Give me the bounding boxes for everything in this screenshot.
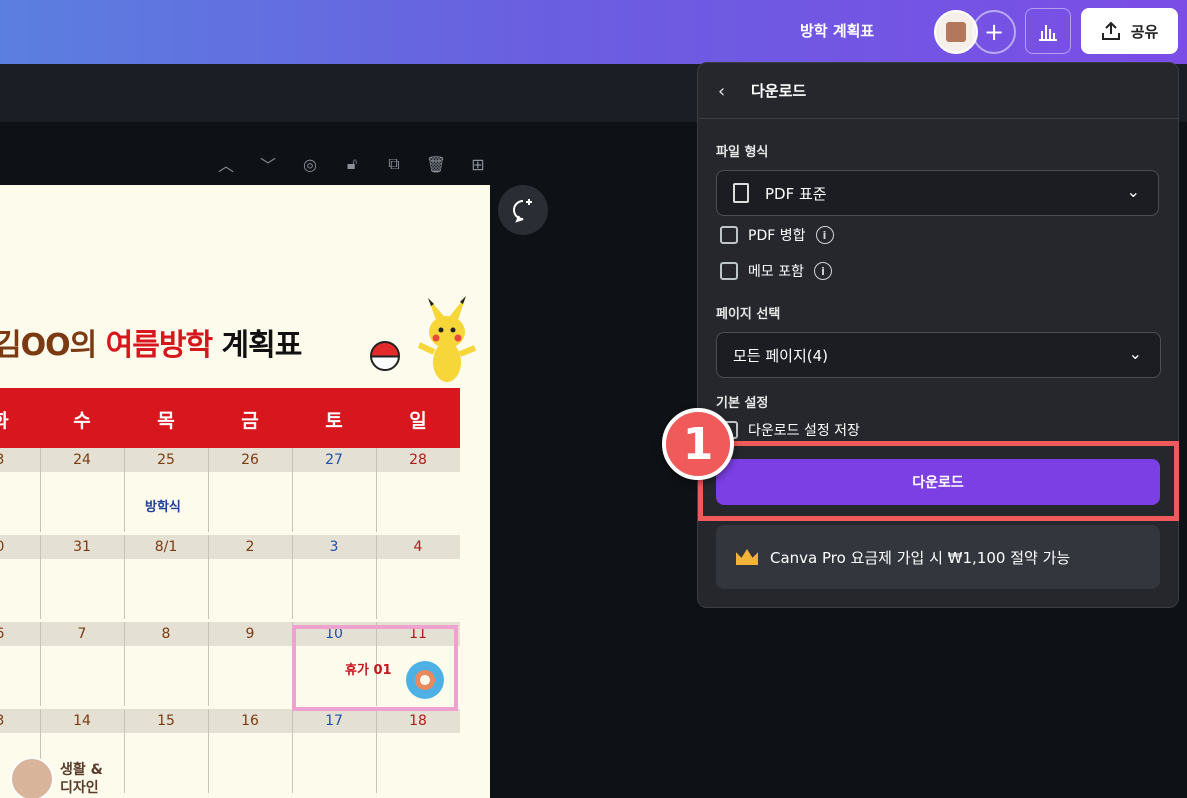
date-cell: 17	[325, 713, 343, 729]
date-cell: 2	[245, 539, 255, 555]
date-cell: 8	[161, 626, 171, 642]
date-cell: 3	[329, 539, 339, 555]
date-cell: 24	[73, 452, 91, 468]
top-bar: 방학 계획표 + 공유	[0, 0, 1187, 64]
document-icon	[733, 183, 749, 203]
basic-settings-label: 기본 설정	[716, 396, 769, 411]
upload-icon	[1101, 21, 1120, 40]
date-cell: 0	[0, 539, 4, 555]
date-cell: 31	[73, 539, 91, 555]
add-page-icon[interactable]: ⊞	[464, 150, 492, 178]
trash-icon[interactable]: 🗑︎	[422, 150, 450, 178]
weekday-header: 화 수 목 금 토 일	[0, 388, 460, 448]
page-select[interactable]: 모든 페이지(4) ⌄	[716, 332, 1161, 378]
date-cell: 25	[157, 452, 175, 468]
duplicate-icon[interactable]: ⧉	[380, 150, 408, 178]
date-cell: 8/1	[154, 539, 178, 555]
week-row: 3 24 25 26 27 28 방학식	[0, 448, 460, 532]
back-icon[interactable]: ‹	[718, 81, 725, 102]
file-type-label: 파일 형식	[716, 145, 769, 160]
panel-header: ‹ 다운로드	[698, 63, 1178, 119]
memo-checkbox[interactable]	[720, 262, 738, 280]
insights-button[interactable]	[1025, 8, 1071, 54]
document-title[interactable]: 방학 계획표	[800, 20, 874, 41]
week-row: 0 31 8/1 2 3 4	[0, 535, 460, 619]
pikachu-image	[417, 296, 477, 382]
lock-icon[interactable]: 🔓︎	[338, 150, 366, 178]
watermark: 생활 & 디자인	[10, 757, 103, 798]
chevron-down-icon[interactable]: ﹀	[254, 150, 282, 178]
date-cell: 27	[325, 452, 343, 468]
date-cell: 16	[241, 713, 259, 729]
donut-image	[406, 661, 444, 699]
day-label: 화	[0, 406, 9, 433]
date-cell: 7	[77, 626, 87, 642]
date-cell: 4	[413, 539, 423, 555]
pro-promo[interactable]: Canva Pro 요금제 가입 시 ₩1,100 절약 가능	[716, 525, 1160, 589]
pdf-merge-option[interactable]: PDF 병합 i	[720, 225, 834, 245]
day-label: 일	[409, 410, 427, 432]
pokeball-image	[370, 341, 400, 371]
file-type-select[interactable]: PDF 표준 ⌄	[716, 170, 1159, 216]
date-cell: 26	[241, 452, 259, 468]
day-label: 토	[325, 410, 343, 432]
date-cell: 3	[0, 452, 4, 468]
page-tools: ︿ ﹀ ◎ 🔓︎ ⧉ 🗑︎ ⊞	[212, 150, 492, 178]
pdf-merge-checkbox[interactable]	[720, 226, 738, 244]
chevron-down-icon: ⌄	[1126, 182, 1140, 201]
eye-slash-icon[interactable]: ◎	[296, 150, 324, 178]
comment-add-icon	[513, 199, 532, 223]
info-icon[interactable]: i	[815, 226, 834, 244]
day-label: 목	[157, 410, 175, 432]
comment-button[interactable]	[498, 185, 548, 235]
date-cell: 28	[409, 452, 427, 468]
crown-icon	[736, 549, 758, 565]
bar-chart-icon	[1039, 25, 1057, 41]
chevron-up-icon[interactable]: ︿	[212, 150, 240, 178]
memo-option[interactable]: 메모 포함 i	[720, 261, 832, 281]
info-icon[interactable]: i	[813, 262, 832, 280]
day-label: 금	[241, 410, 259, 432]
panel-title: 다운로드	[751, 82, 807, 100]
date-cell: 6	[0, 626, 4, 642]
date-cell: 3	[0, 713, 4, 729]
share-button[interactable]: 공유	[1081, 8, 1178, 54]
add-collaborator-button[interactable]: +	[972, 10, 1016, 54]
house-icon	[946, 22, 966, 42]
chevron-down-icon: ⌄	[1128, 344, 1142, 363]
date-cell: 15	[157, 713, 175, 729]
date-cell: 18	[409, 713, 427, 729]
date-cell: 9	[245, 626, 255, 642]
author-avatar	[10, 757, 54, 798]
date-cell: 14	[73, 713, 91, 729]
annotation-highlight	[698, 441, 1179, 521]
event-label: 방학식	[145, 500, 181, 515]
save-settings-option[interactable]: 다운로드 설정 저장	[720, 420, 860, 440]
plan-heading: 김OO의 여름방학 계획표	[0, 328, 302, 363]
step-badge: 1	[662, 408, 734, 480]
day-label: 수	[73, 410, 91, 432]
page-select-label: 페이지 선택	[716, 307, 781, 322]
download-panel: ‹ 다운로드 파일 형식 PDF 표준 ⌄ PDF 병합 i 메모 포함 i 페…	[697, 62, 1179, 608]
